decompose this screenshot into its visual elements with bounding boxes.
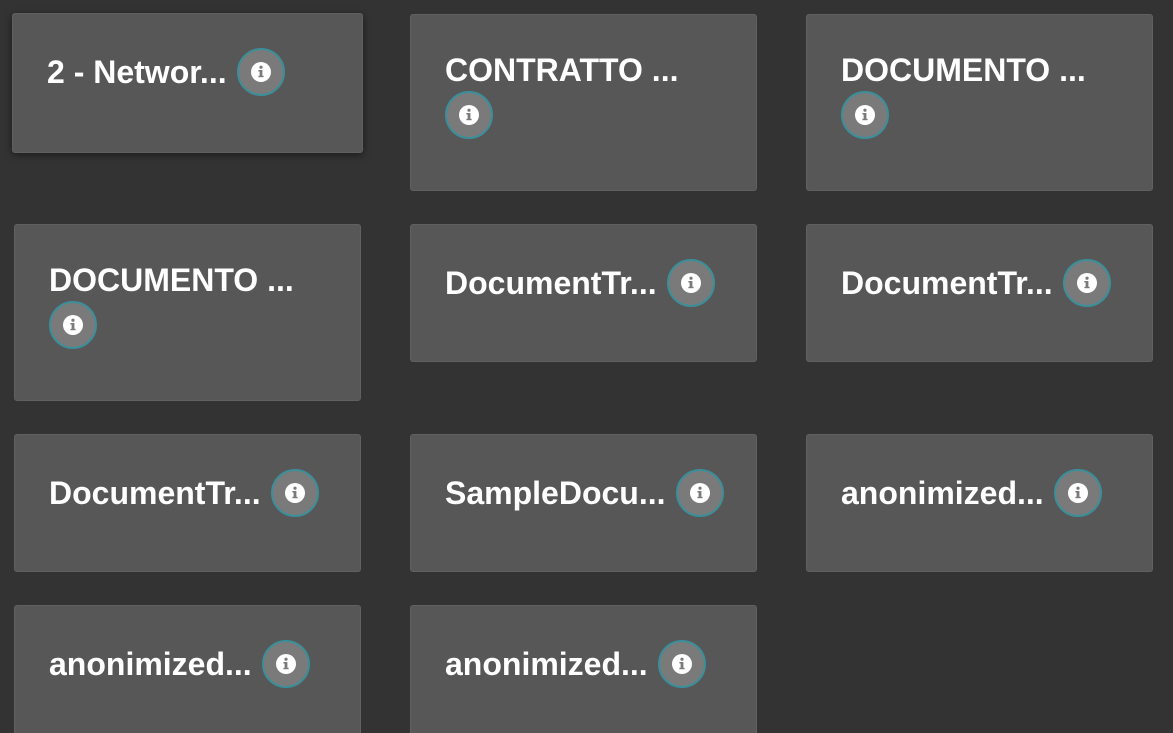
card-title: SampleDocu... [445,475,666,511]
document-card[interactable]: DOCUMENTO ... [14,224,361,401]
card-title: DocumentTr... [49,475,261,511]
card-title: anonimized... [445,646,648,682]
card-header: DocumentTr... [49,469,350,517]
card-title: 2 - Networ... [47,54,227,90]
info-icon [689,483,710,503]
document-card[interactable]: anonimized... [14,605,361,733]
info-button[interactable] [1062,259,1111,307]
card-header: SampleDocu... [445,469,746,517]
info-button[interactable] [49,301,97,349]
info-icon [1067,483,1088,503]
info-button[interactable] [261,640,310,688]
info-button[interactable] [1053,469,1102,517]
info-button[interactable] [841,91,889,139]
info-icon [275,654,296,674]
card-title: anonimized... [49,646,252,682]
document-card[interactable]: DOCUMENTO ... [806,14,1153,191]
info-button[interactable] [236,48,285,96]
info-button[interactable] [445,91,493,139]
document-grid: 2 - Networ... CONTRATTO ... DOCUMENTO ..… [0,0,1173,733]
info-icon [671,654,692,674]
card-title: CONTRATTO ... [445,52,679,88]
document-card[interactable]: DocumentTr... [410,224,757,362]
info-icon [459,105,479,125]
document-card[interactable]: anonimized... [806,434,1153,572]
document-card[interactable]: anonimized... [410,605,757,733]
document-card[interactable]: CONTRATTO ... [410,14,757,191]
info-icon [284,483,305,503]
info-icon [63,315,83,335]
document-card[interactable]: SampleDocu... [410,434,757,572]
info-icon [855,105,875,125]
info-icon [680,273,701,293]
card-title: DocumentTr... [841,265,1053,301]
info-icon [1076,273,1097,293]
document-card[interactable]: 2 - Networ... [12,13,363,153]
card-title: anonimized... [841,475,1044,511]
card-header: anonimized... [49,640,350,688]
card-header: CONTRATTO ... [445,49,746,139]
card-header: anonimized... [841,469,1142,517]
card-title: DOCUMENTO ... [49,262,294,298]
info-button[interactable] [657,640,706,688]
card-title: DocumentTr... [445,265,657,301]
card-header: anonimized... [445,640,746,688]
card-title: DOCUMENTO ... [841,52,1086,88]
info-button[interactable] [675,469,724,517]
card-header: DocumentTr... [841,259,1142,307]
card-header: DocumentTr... [445,259,746,307]
info-icon [250,62,271,82]
card-header: DOCUMENTO ... [841,49,1142,139]
info-button[interactable] [666,259,715,307]
info-button[interactable] [270,469,319,517]
card-header: DOCUMENTO ... [49,259,350,349]
document-card[interactable]: DocumentTr... [14,434,361,572]
document-card[interactable]: DocumentTr... [806,224,1153,362]
card-header: 2 - Networ... [47,48,352,96]
